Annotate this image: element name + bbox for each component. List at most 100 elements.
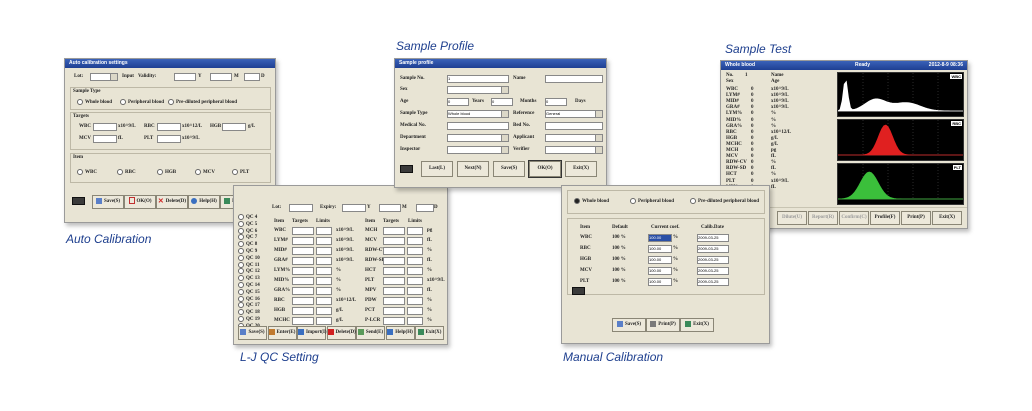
qc-limit-input[interactable]	[316, 227, 332, 235]
keyboard-icon[interactable]	[400, 165, 413, 173]
qc-save-button[interactable]: Save(S)	[238, 326, 267, 340]
name-input[interactable]	[545, 75, 603, 83]
qc-limit-input[interactable]	[407, 237, 423, 245]
qc-enter-button[interactable]: Enter(E)	[267, 326, 297, 340]
qc-radio[interactable]	[238, 248, 244, 254]
verifier-dropdown[interactable]	[545, 146, 603, 154]
mc-date-input[interactable]: 2009-03-25	[697, 256, 729, 264]
qc-limit-input[interactable]	[407, 247, 423, 255]
qc-limit-input[interactable]	[407, 317, 423, 325]
sample-type-whole-blood[interactable]: Whole blood	[77, 99, 112, 106]
qc-radio[interactable]	[238, 295, 244, 302]
delete-button[interactable]: ✕ Delete(D)	[156, 195, 188, 209]
item-hgb-radio[interactable]: HGB	[157, 169, 176, 176]
qc-radio[interactable]	[238, 288, 244, 295]
qc-limit-input[interactable]	[407, 287, 423, 295]
target-mcv-input[interactable]	[93, 135, 117, 143]
qc-target-input[interactable]	[292, 237, 314, 245]
item-mcv-radio[interactable]: MCV	[195, 169, 215, 176]
qc-limit-input[interactable]	[316, 257, 332, 265]
qc-delete-button[interactable]: Delete(D)	[326, 326, 356, 340]
input-label[interactable]: Input	[122, 74, 134, 80]
confirm-button[interactable]: Confirm(C)	[839, 211, 869, 225]
department-dropdown[interactable]	[447, 134, 509, 142]
qc-target-input[interactable]	[383, 247, 405, 255]
qc-limit-input[interactable]	[316, 307, 332, 315]
mc-prediluted-radio[interactable]: Pre-diluted peripheral blood	[690, 198, 759, 205]
qc-limit-input[interactable]	[316, 277, 332, 285]
item-wbc-radio[interactable]: WBC	[77, 169, 97, 176]
qc-import-button[interactable]: Import(I)	[297, 326, 327, 340]
target-wbc-input[interactable]	[93, 123, 117, 131]
help-button[interactable]: Help(H)	[188, 195, 220, 209]
qc-exit-button[interactable]: Exit(X)	[415, 326, 444, 340]
qc-target-input[interactable]	[292, 287, 314, 295]
qc-radio[interactable]	[238, 309, 244, 316]
qc-radio[interactable]	[238, 234, 244, 241]
qc-limit-input[interactable]	[407, 277, 423, 285]
applicant-dropdown[interactable]	[545, 134, 603, 142]
qc-radio[interactable]	[238, 214, 244, 220]
lot-dropdown[interactable]	[90, 73, 118, 81]
inspector-dropdown[interactable]	[447, 146, 509, 154]
keyboard-icon[interactable]	[72, 197, 85, 205]
age-years-input[interactable]: 0	[447, 98, 469, 106]
mc-coef-input[interactable]: 100.00	[648, 278, 672, 286]
target-plt-input[interactable]	[157, 135, 181, 143]
mc-date-input[interactable]: 2009-03-25	[697, 245, 729, 253]
qc-limit-input[interactable]	[316, 297, 332, 305]
mc-date-input[interactable]: 2009-03-25	[697, 278, 729, 286]
age-months-input[interactable]: 0	[491, 98, 513, 106]
qc-limit-input[interactable]	[407, 257, 423, 265]
mc-coef-input[interactable]: 100.00	[648, 245, 672, 253]
bed-no-input[interactable]	[545, 122, 603, 130]
qc-target-input[interactable]	[292, 277, 314, 285]
mc-date-input[interactable]: 2009-03-25	[697, 267, 729, 275]
exit-button[interactable]: Exit(X)	[932, 211, 962, 225]
sample-type-peripheral[interactable]: Peripheral blood	[120, 99, 164, 106]
sample-type-dropdown[interactable]: Whole blood	[447, 110, 509, 118]
save-button[interactable]: Save(S)	[92, 195, 124, 209]
target-rbc-input[interactable]	[157, 123, 181, 131]
last-button[interactable]: Last(L)	[421, 161, 453, 177]
qc-limit-input[interactable]	[316, 317, 332, 325]
target-hgb-input[interactable]	[222, 123, 246, 131]
sample-no-input[interactable]: 1	[447, 75, 509, 83]
mc-exit-button[interactable]: Exit(X)	[680, 318, 714, 332]
qc-radio[interactable]	[238, 316, 244, 322]
qc-expiry-year[interactable]	[342, 204, 366, 212]
qc-target-input[interactable]	[383, 257, 405, 265]
sex-dropdown[interactable]	[447, 86, 509, 94]
mc-coef-input[interactable]: 100.00	[648, 234, 672, 242]
report-button[interactable]: Report(R)	[808, 211, 838, 225]
sample-type-prediluted[interactable]: Pre-diluted peripheral blood	[168, 99, 237, 106]
qc-help-button[interactable]: Help(H)	[385, 326, 415, 340]
qc-radio[interactable]	[238, 254, 244, 261]
qc-target-input[interactable]	[292, 247, 314, 255]
qc-target-input[interactable]	[383, 237, 405, 245]
qc-limit-input[interactable]	[316, 287, 332, 295]
qc-radio[interactable]	[238, 241, 244, 248]
qc-target-input[interactable]	[383, 317, 405, 325]
qc-target-input[interactable]	[383, 287, 405, 295]
dilute-button[interactable]: Dilute(U)	[777, 211, 807, 225]
qc-target-input[interactable]	[292, 267, 314, 275]
mc-coef-input[interactable]: 100.00	[648, 256, 672, 264]
profile-button[interactable]: Profile(F)	[870, 211, 900, 225]
qc-send-button[interactable]: Send(E)	[356, 326, 385, 340]
qc-limit-input[interactable]	[407, 297, 423, 305]
item-rbc-radio[interactable]: RBC	[117, 169, 136, 176]
qc-radio[interactable]	[238, 282, 244, 288]
qc-radio[interactable]	[238, 302, 244, 309]
qc-target-input[interactable]	[292, 317, 314, 325]
qc-radio[interactable]	[238, 268, 244, 275]
exit-button[interactable]: Exit(X)	[565, 161, 597, 177]
qc-expiry-day[interactable]	[416, 204, 434, 212]
mc-date-input[interactable]: 2009-03-25	[697, 234, 729, 242]
ok-button[interactable]: OK(O)	[528, 160, 562, 178]
qc-radio[interactable]	[238, 220, 244, 227]
save-button[interactable]: Save(S)	[493, 161, 525, 177]
qc-limit-input[interactable]	[316, 247, 332, 255]
qc-target-input[interactable]	[292, 307, 314, 315]
keyboard-icon[interactable]	[572, 287, 585, 295]
